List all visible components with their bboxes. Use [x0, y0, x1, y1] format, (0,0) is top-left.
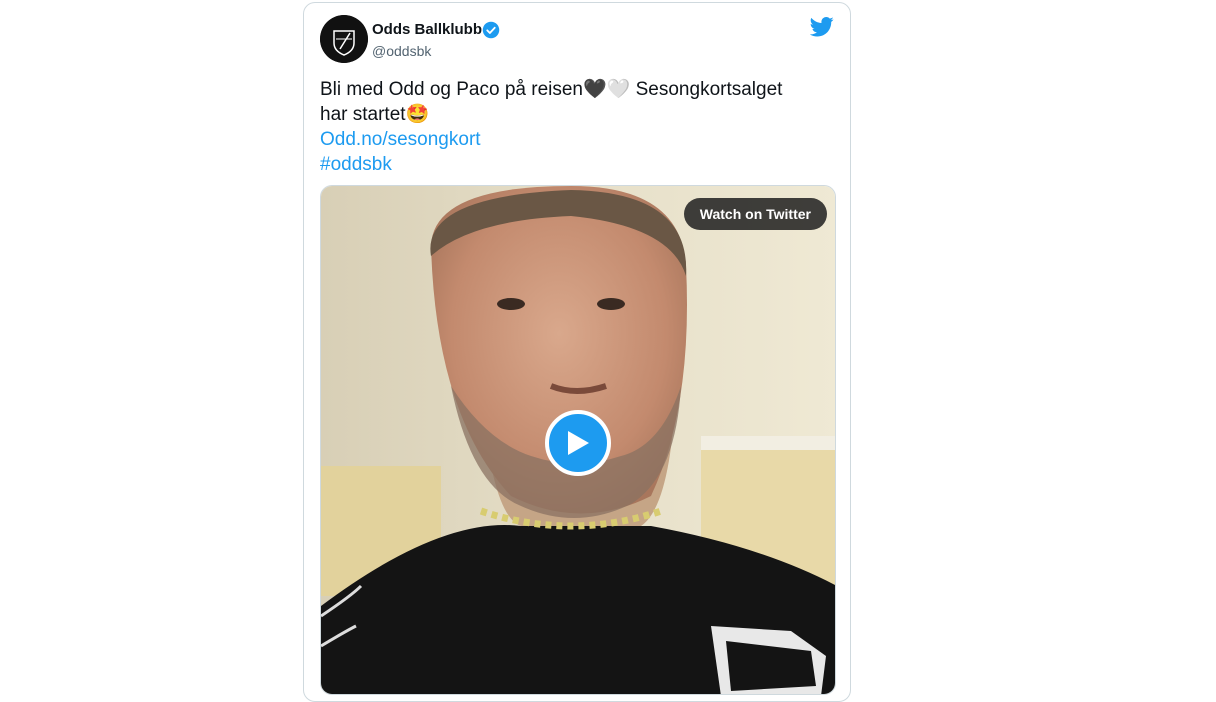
twitter-bird-icon[interactable]: [809, 17, 834, 42]
tweet-text: Bli med Odd og Paco på reisen🖤🤍 Sesongko…: [320, 77, 830, 177]
avatar[interactable]: [320, 15, 368, 63]
handle[interactable]: @oddsbk: [372, 43, 431, 59]
tweet-hashtag[interactable]: #oddsbk: [320, 152, 830, 177]
tweet-card[interactable]: Odds Ballklubb @oddsbk Bli med Odd og Pa…: [303, 2, 851, 702]
white-heart-emoji: 🤍: [606, 79, 631, 100]
play-icon: [568, 431, 589, 455]
verified-badge-icon: [482, 21, 500, 44]
black-heart-emoji: 🖤: [583, 79, 607, 100]
odd-logo-icon: [320, 15, 368, 63]
watch-on-twitter-button[interactable]: Watch on Twitter: [683, 198, 827, 230]
star-struck-emoji: 🤩: [405, 104, 430, 125]
display-name[interactable]: Odds Ballklubb: [372, 21, 482, 38]
video-player[interactable]: Watch on Twitter: [320, 185, 836, 695]
tweet-text-line1-rest: Sesongkortsalget: [630, 79, 783, 100]
tweet-text-line1: Bli med Odd og Paco på reisen: [320, 79, 583, 100]
tweet-text-line2: har startet: [320, 104, 406, 125]
tweet-link[interactable]: Odd.no/sesongkort: [320, 127, 830, 152]
play-button[interactable]: [545, 410, 611, 476]
